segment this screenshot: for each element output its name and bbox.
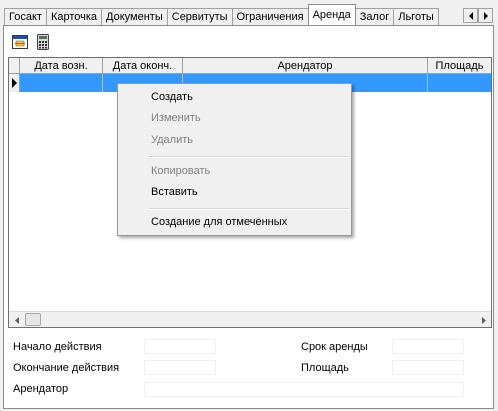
menu-item-create[interactable]: Создать — [151, 86, 193, 108]
scrollbar-thumb[interactable] — [25, 313, 41, 326]
menu-separator — [149, 156, 349, 158]
end-date-field[interactable] — [144, 360, 216, 375]
start-date-field[interactable] — [144, 339, 216, 354]
horizontal-scrollbar[interactable] — [9, 311, 491, 327]
lease-term-label: Срок аренды — [301, 341, 368, 353]
current-row-arrow-icon — [12, 78, 17, 88]
grid-view-icon[interactable] — [12, 34, 28, 50]
row-indicator[interactable] — [9, 74, 20, 92]
tab-scroll-right-button[interactable] — [478, 8, 493, 23]
tab-scroll-left-button[interactable] — [463, 8, 478, 23]
tab-dokumenty[interactable]: Документы — [101, 8, 168, 25]
column-header-tenant[interactable]: Арендатор — [183, 58, 428, 74]
tab-ogranicheniya[interactable]: Ограничения — [231, 8, 309, 25]
start-date-label: Начало действия — [13, 341, 102, 353]
column-header-area[interactable]: Площадь — [428, 58, 491, 74]
menu-item-paste[interactable]: Вставить — [151, 181, 198, 203]
menu-item-edit[interactable]: Изменить — [151, 107, 201, 129]
cell-divider — [427, 74, 428, 92]
arrow-left-icon — [14, 316, 19, 324]
chevron-right-icon — [483, 11, 488, 20]
calculator-icon[interactable] — [35, 34, 51, 50]
tab-gosakt[interactable]: Госакт — [4, 8, 47, 25]
arrow-right-icon — [481, 316, 486, 324]
lease-term-field[interactable] — [392, 339, 464, 354]
column-header-end-date[interactable]: Дата оконч. — [103, 58, 183, 74]
tenant-field[interactable] — [144, 382, 464, 397]
tab-servituty[interactable]: Сервитуты — [166, 8, 233, 25]
cell-divider — [102, 74, 103, 92]
context-menu: Создать Изменить Удалить Копировать Вста… — [117, 83, 352, 236]
menu-item-copy[interactable]: Копировать — [151, 160, 210, 182]
menu-separator — [149, 208, 349, 210]
tab-zalog[interactable]: Залог — [354, 8, 395, 25]
column-header-start-date[interactable]: Дата возн. — [20, 58, 103, 74]
tab-strip: Госакт Карточка Документы Сервитуты Огра… — [4, 4, 474, 25]
scroll-left-button[interactable] — [9, 312, 25, 328]
tab-kartochka[interactable]: Карточка — [45, 8, 103, 25]
tab-lgoty[interactable]: Льготы — [393, 8, 439, 25]
menu-item-create-for-checked[interactable]: Создание для отмеченных — [151, 211, 287, 233]
scroll-right-button[interactable] — [475, 312, 491, 328]
area-label: Площадь — [301, 362, 349, 374]
row-header-corner — [9, 58, 20, 74]
tab-arenda[interactable]: Аренда — [307, 4, 356, 25]
end-date-label: Окончание действия — [13, 362, 120, 374]
area-field[interactable] — [392, 360, 464, 375]
menu-item-delete[interactable]: Удалить — [151, 129, 193, 151]
chevron-left-icon — [468, 11, 473, 20]
tenant-label: Арендатор — [13, 383, 69, 395]
